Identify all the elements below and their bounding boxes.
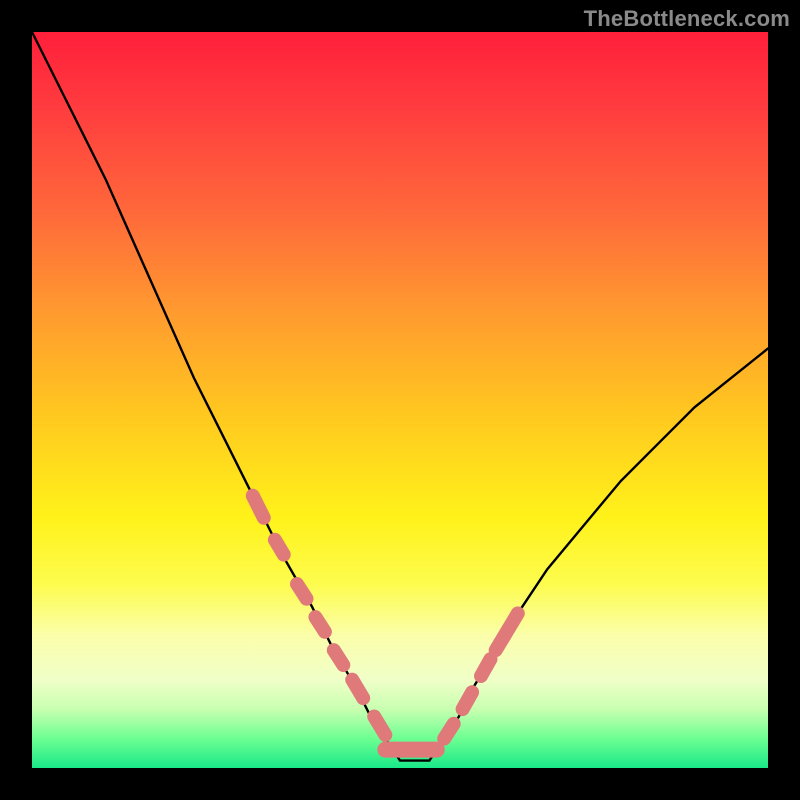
- highlight-right-upper: [496, 613, 518, 650]
- plot-area: [32, 32, 768, 768]
- highlight-left-lower: [374, 717, 385, 735]
- bottleneck-curve-svg: [32, 32, 768, 768]
- highlight-segments-group: [253, 496, 518, 750]
- highlight-right-dot-2: [481, 659, 491, 676]
- chart-frame: TheBottleneck.com: [0, 0, 800, 800]
- highlight-left-dot-2: [297, 584, 307, 599]
- watermark-text: TheBottleneck.com: [584, 6, 790, 32]
- highlight-left-dot-5: [352, 680, 363, 698]
- highlight-right-dot-1: [463, 692, 473, 709]
- highlight-right-lower: [444, 724, 454, 739]
- highlight-left-dot-1: [275, 540, 284, 555]
- highlight-left-upper: [253, 496, 264, 518]
- bottleneck-curve: [32, 32, 768, 761]
- highlight-left-dot-3: [315, 617, 325, 632]
- highlight-left-dot-4: [334, 650, 344, 665]
